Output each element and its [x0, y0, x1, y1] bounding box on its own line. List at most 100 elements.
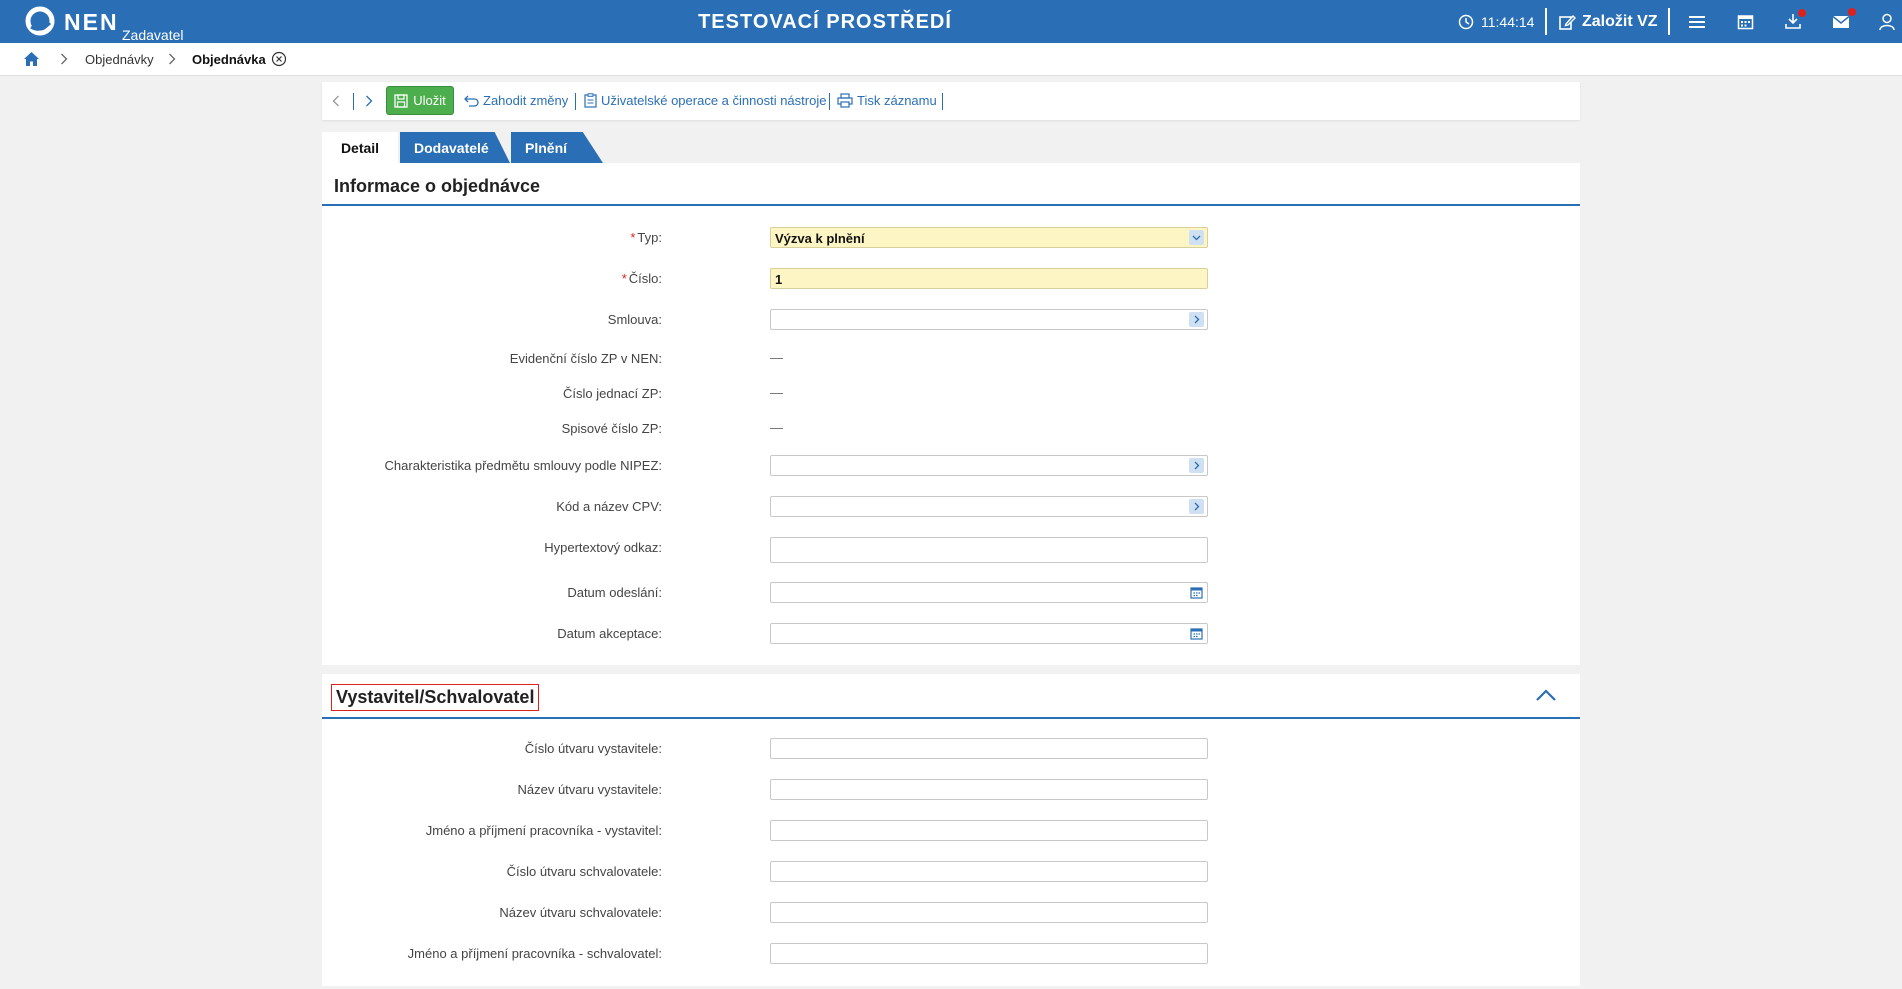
chevron-right-icon[interactable] — [1189, 312, 1204, 327]
chevron-right-icon[interactable] — [1189, 499, 1204, 514]
field-row-smlouva: Smlouva: — [322, 309, 1580, 331]
smlouva-picker[interactable] — [770, 309, 1208, 330]
clock-icon — [1458, 14, 1474, 29]
cislo-input[interactable]: 1 — [770, 268, 1208, 289]
field-row-jmeno-schv: Jméno a příjmení pracovníka - schvalovat… — [322, 943, 1580, 965]
spisove-value: — — [770, 420, 783, 435]
evidencni-value: — — [770, 350, 783, 365]
field-row-odkaz: Hypertextový odkaz: — [322, 537, 1580, 563]
create-vz-label: Založit VZ — [1582, 12, 1658, 30]
save-button[interactable]: Uložit — [386, 86, 454, 115]
odeslani-label: Datum odeslání: — [567, 585, 662, 600]
clipboard-icon — [584, 93, 597, 108]
field-row-cpv: Kód a název CPV: — [322, 496, 1580, 518]
tab-detail[interactable]: Detail — [322, 132, 398, 163]
nazev-vyst-label: Název útvaru vystavitele: — [517, 782, 662, 797]
jmeno-vyst-label: Jméno a příjmení pracovníka - vystavitel… — [425, 823, 662, 838]
user-operations-button[interactable]: Uživatelské operace a činnosti nástroje — [584, 93, 826, 108]
create-vz-button[interactable]: Založit VZ — [1558, 0, 1658, 43]
field-row-odeslani: Datum odeslání: — [322, 582, 1580, 604]
home-icon[interactable] — [23, 51, 40, 67]
downloads-button[interactable] — [1778, 0, 1808, 43]
tab-dodavatele[interactable]: Dodavatelé — [400, 132, 510, 163]
separator — [353, 93, 354, 110]
save-icon — [394, 93, 408, 108]
field-row-typ: * Typ: Výzva k plnění — [322, 227, 1580, 249]
typ-select[interactable]: Výzva k plnění — [770, 227, 1208, 248]
approver-name-input[interactable] — [770, 943, 1208, 964]
hyperlink-input[interactable] — [770, 537, 1208, 563]
menu-icon — [1689, 15, 1705, 28]
smlouva-label: Smlouva: — [607, 312, 662, 327]
print-record-button[interactable]: Tisk záznamu — [837, 93, 937, 108]
required-marker: * — [630, 230, 636, 245]
calendar-button[interactable] — [1730, 0, 1760, 43]
undo-icon — [464, 95, 479, 107]
field-row-nazev-schv: Název útvaru schvalovatele: — [322, 902, 1580, 924]
calendar-icon[interactable] — [1189, 585, 1204, 600]
field-row-cislo-vyst: Číslo útvaru vystavitele: — [322, 738, 1580, 760]
calendar-icon[interactable] — [1189, 626, 1204, 641]
section-title: Vystavitel/Schvalovatel — [331, 684, 540, 711]
chevron-right-icon — [61, 53, 68, 65]
main-menu-button[interactable] — [1682, 0, 1712, 43]
field-label: * Číslo: — [622, 271, 662, 286]
cislo-label: Číslo: — [628, 271, 662, 286]
discard-changes-button[interactable]: Zahodit změny — [463, 93, 568, 108]
save-label: Uložit — [413, 93, 446, 108]
environment-title: TESTOVACÍ PROSTŘEDÍ — [698, 11, 952, 33]
section-header: Vystavitel/Schvalovatel — [322, 674, 1580, 719]
close-circle-icon[interactable] — [271, 51, 287, 67]
section-title: Informace o objednávce — [334, 176, 541, 196]
user-button[interactable] — [1872, 0, 1902, 43]
issuer-name-input[interactable] — [770, 820, 1208, 841]
issuer-unit-name-input[interactable] — [770, 779, 1208, 800]
chevron-down-icon[interactable] — [1189, 230, 1204, 245]
field-row-akceptace: Datum akceptace: — [322, 623, 1580, 645]
typ-value: Výzva k plnění — [775, 231, 865, 246]
odkaz-label: Hypertextový odkaz: — [544, 540, 662, 555]
chevron-right-icon — [169, 53, 176, 65]
jednaci-value: — — [770, 385, 783, 400]
approver-unit-name-input[interactable] — [770, 902, 1208, 923]
separator — [575, 93, 576, 110]
chevron-up-icon[interactable] — [1534, 684, 1558, 708]
field-row-spisove: Spisové číslo ZP: — — [322, 418, 1580, 440]
field-row-jmeno-vyst: Jméno a příjmení pracovníka - vystavitel… — [322, 820, 1580, 842]
top-bar: NEN Zadavatel TESTOVACÍ PROSTŘEDÍ 11:44:… — [0, 0, 1902, 43]
required-marker: * — [621, 271, 627, 286]
breadcrumb: Objednávky Objednávka — [0, 43, 1902, 76]
tab-plneni[interactable]: Plnění — [511, 132, 603, 163]
breadcrumb-order: Objednávka — [192, 52, 266, 67]
session-time: 11:44:14 — [1481, 13, 1535, 30]
messages-button[interactable] — [1826, 0, 1856, 43]
calendar-icon — [1737, 15, 1753, 30]
chevron-right-icon[interactable] — [365, 95, 373, 107]
approver-unit-number-input[interactable] — [770, 861, 1208, 882]
date-sent-input[interactable] — [770, 582, 1208, 603]
field-row-jednaci: Číslo jednací ZP: — — [322, 383, 1580, 405]
cislo-vyst-label: Číslo útvaru vystavitele: — [524, 741, 662, 756]
breadcrumb-orders[interactable]: Objednávky — [85, 52, 154, 67]
section-header: Informace o objednávce — [322, 163, 1580, 206]
field-row-evidencni: Evidenční číslo ZP v NEN: — — [322, 348, 1580, 370]
cpv-label: Kód a název CPV: — [556, 499, 662, 514]
date-accepted-input[interactable] — [770, 623, 1208, 644]
cpv-picker[interactable] — [770, 496, 1208, 517]
chevron-right-icon[interactable] — [1189, 458, 1204, 473]
chevron-left-icon[interactable] — [332, 95, 340, 107]
discard-label: Zahodit změny — [483, 93, 569, 108]
field-row-nazev-vyst: Název útvaru vystavitele: — [322, 779, 1580, 801]
session-timer: 11:44:14 — [1458, 0, 1534, 43]
user-operations-label: Uživatelské operace a činnosti nástroje — [601, 93, 827, 108]
akceptace-label: Datum akceptace: — [557, 626, 662, 641]
nipez-picker[interactable] — [770, 455, 1208, 476]
issuer-unit-number-input[interactable] — [770, 738, 1208, 759]
issuer-approver-section: Vystavitel/Schvalovatel Číslo útvaru vys… — [322, 674, 1580, 986]
mail-icon — [1832, 15, 1850, 28]
separator — [1668, 8, 1670, 35]
nipez-label: Charakteristika předmětu smlouvy podle N… — [384, 458, 662, 473]
field-label: * Typ: — [630, 230, 662, 245]
notification-dot — [1798, 9, 1806, 17]
order-info-section: Informace o objednávce * Typ: Výzva k pln… — [322, 163, 1580, 665]
